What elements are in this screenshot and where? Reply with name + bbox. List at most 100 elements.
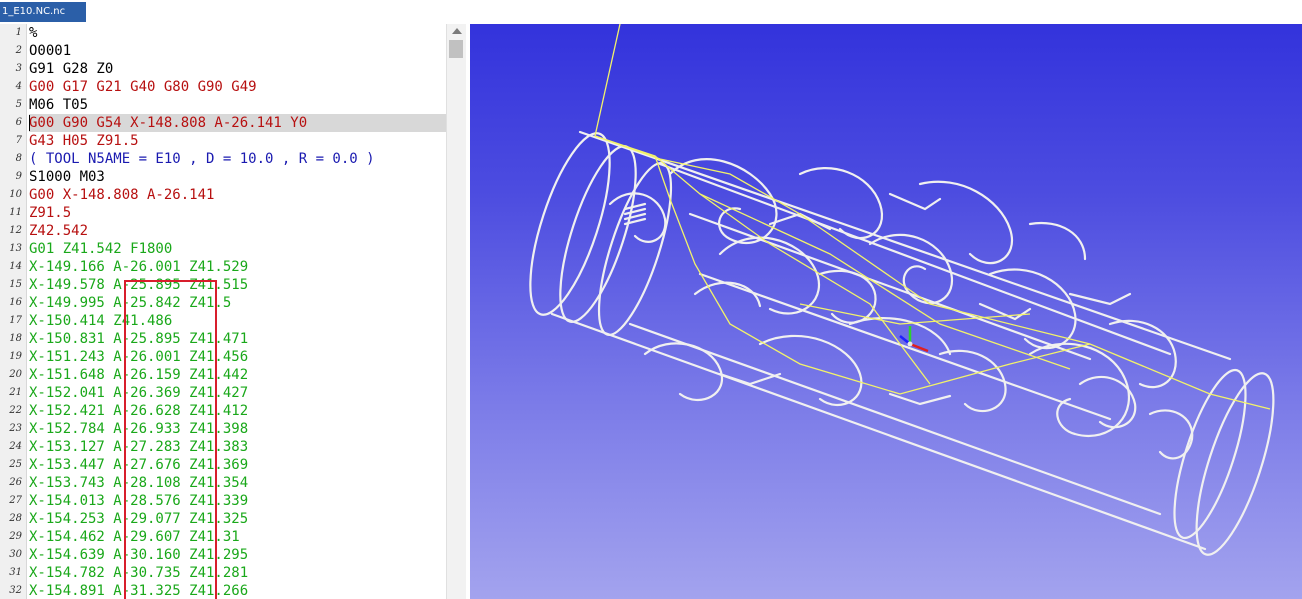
end-ring-right-outer bbox=[1195, 372, 1275, 556]
tab-bar: 1_E10.NC.nc bbox=[0, 0, 1302, 24]
line-text[interactable]: X-154.013 A-28.576 Z41.339 bbox=[29, 492, 446, 510]
part-wireframe bbox=[529, 130, 1275, 556]
code-line[interactable]: 2 O0001 bbox=[0, 42, 446, 60]
line-number: 14 bbox=[9, 261, 22, 272]
gcode-editor[interactable]: 1% 2 O0001 3 G91 G28 Z0 4 G00 G17 G21 G40 G… bbox=[0, 24, 466, 599]
line-text[interactable]: X-154.891 A-31.325 Z41.266 bbox=[29, 582, 446, 599]
line-text[interactable]: X-150.831 A-25.895 Z41.471 bbox=[29, 330, 446, 348]
line-text[interactable]: X-153.447 A-27.676 Z41.369 bbox=[29, 456, 446, 474]
scrollbar-thumb[interactable] bbox=[449, 40, 463, 58]
line-text[interactable]: X-154.462 A-29.607 Z41.31 bbox=[29, 528, 446, 546]
line-number: 2 bbox=[15, 45, 22, 56]
end-ring-left-inner bbox=[559, 145, 637, 323]
code-line[interactable]: 9 S1000 M03 bbox=[0, 168, 446, 186]
code-line[interactable]: 17 X-150.414 Z41.486 bbox=[0, 312, 446, 330]
code-line[interactable]: 4 G00 G17 G21 G40 G80 G90 G49 bbox=[0, 78, 446, 96]
code-line[interactable]: 30 X-154.639 A-30.160 Z41.295 bbox=[0, 546, 446, 564]
line-text[interactable]: X-152.041 A-26.369 Z41.427 bbox=[29, 384, 446, 402]
line-text[interactable]: G91 G28 Z0 bbox=[29, 60, 446, 78]
code-line[interactable]: 13 G01 Z41.542 F1800 bbox=[0, 240, 446, 258]
line-text[interactable]: M06 T05 bbox=[29, 96, 446, 114]
code-line[interactable]: 8 ( TOOL N5AME = E10 , D = 10.0 , R = 0.0… bbox=[0, 150, 446, 168]
line-text[interactable]: G00 X-148.808 A-26.141 bbox=[29, 186, 446, 204]
line-number: 16 bbox=[9, 297, 22, 308]
code-line[interactable]: 14 X-149.166 A-26.001 Z41.529 bbox=[0, 258, 446, 276]
line-text[interactable]: X-149.995 A-25.842 Z41.5 bbox=[29, 294, 446, 312]
wireframe-model bbox=[529, 24, 1275, 556]
line-number: 10 bbox=[9, 189, 22, 200]
code-line[interactable]: 21 X-152.041 A-26.369 Z41.427 bbox=[0, 384, 446, 402]
line-text[interactable]: G43 H05 Z91.5 bbox=[29, 132, 446, 150]
code-line[interactable]: 24 X-153.127 A-27.283 Z41.383 bbox=[0, 438, 446, 456]
code-line[interactable]: 20 X-151.648 A-26.159 Z41.442 bbox=[0, 366, 446, 384]
line-number: 24 bbox=[9, 441, 22, 452]
code-line[interactable]: 16 X-149.995 A-25.842 Z41.5 bbox=[0, 294, 446, 312]
line-text[interactable]: X-151.243 A-26.001 Z41.456 bbox=[29, 348, 446, 366]
line-number: 1 bbox=[15, 27, 22, 38]
code-line[interactable]: 26 X-153.743 A-28.108 Z41.354 bbox=[0, 474, 446, 492]
code-line[interactable]: 31 X-154.782 A-30.735 Z41.281 bbox=[0, 564, 446, 582]
line-number: 25 bbox=[9, 459, 22, 470]
line-text[interactable]: X-153.127 A-27.283 Z41.383 bbox=[29, 438, 446, 456]
code-line[interactable]: 15 X-149.578 A-25.895 Z41.515 bbox=[0, 276, 446, 294]
line-number: 6 bbox=[15, 117, 22, 128]
code-line[interactable]: 28 X-154.253 A-29.077 Z41.325 bbox=[0, 510, 446, 528]
code-line[interactable]: 22 X-152.421 A-26.628 Z41.412 bbox=[0, 402, 446, 420]
file-tab[interactable]: 1_E10.NC.nc bbox=[0, 2, 86, 22]
code-line[interactable]: 25 X-153.447 A-27.676 Z41.369 bbox=[0, 456, 446, 474]
code-line[interactable]: 27 X-154.013 A-28.576 Z41.339 bbox=[0, 492, 446, 510]
line-text[interactable]: Z42.542 bbox=[29, 222, 446, 240]
code-line[interactable]: 32 X-154.891 A-31.325 Z41.266 bbox=[0, 582, 446, 599]
code-line[interactable]: 7 G43 H05 Z91.5 bbox=[0, 132, 446, 150]
line-number: 29 bbox=[9, 531, 22, 542]
code-line[interactable]: 19 X-151.243 A-26.001 Z41.456 bbox=[0, 348, 446, 366]
code-line[interactable]: 10 G00 X-148.808 A-26.141 bbox=[0, 186, 446, 204]
line-text[interactable]: X-153.743 A-28.108 Z41.354 bbox=[29, 474, 446, 492]
line-text[interactable]: X-151.648 A-26.159 Z41.442 bbox=[29, 366, 446, 384]
line-number: 9 bbox=[15, 171, 22, 182]
code-line[interactable]: 23 X-152.784 A-26.933 Z41.398 bbox=[0, 420, 446, 438]
line-number: 17 bbox=[9, 315, 22, 326]
line-text[interactable]: X-152.421 A-26.628 Z41.412 bbox=[29, 402, 446, 420]
3d-toolpath-viewport[interactable] bbox=[470, 24, 1302, 599]
line-text[interactable]: X-149.166 A-26.001 Z41.529 bbox=[29, 258, 446, 276]
line-text[interactable]: % bbox=[29, 24, 446, 42]
line-number: 22 bbox=[9, 405, 22, 416]
vertical-scrollbar[interactable] bbox=[446, 24, 466, 599]
line-number: 27 bbox=[9, 495, 22, 506]
text-caret bbox=[29, 115, 30, 131]
line-text[interactable]: X-152.784 A-26.933 Z41.398 bbox=[29, 420, 446, 438]
code-line[interactable]: 12 Z42.542 bbox=[0, 222, 446, 240]
code-line[interactable]: 18 X-150.831 A-25.895 Z41.471 bbox=[0, 330, 446, 348]
line-text[interactable]: ( TOOL N5AME = E10 , D = 10.0 , R = 0.0 … bbox=[29, 150, 446, 168]
line-number: 5 bbox=[15, 99, 22, 110]
line-number: 3 bbox=[15, 63, 22, 74]
line-text[interactable]: X-154.253 A-29.077 Z41.325 bbox=[29, 510, 446, 528]
line-number: 20 bbox=[9, 369, 22, 380]
line-number: 28 bbox=[9, 513, 22, 524]
code-line[interactable]: 5 M06 T05 bbox=[0, 96, 446, 114]
line-text[interactable]: G01 Z41.542 F1800 bbox=[29, 240, 446, 258]
line-number: 26 bbox=[9, 477, 22, 488]
line-number: 18 bbox=[9, 333, 22, 344]
line-number: 32 bbox=[9, 585, 22, 596]
line-number: 19 bbox=[9, 351, 22, 362]
line-text[interactable]: Z91.5 bbox=[29, 204, 446, 222]
line-text[interactable]: X-149.578 A-25.895 Z41.515 bbox=[29, 276, 446, 294]
scroll-up-arrow-icon[interactable] bbox=[452, 28, 462, 34]
a-axis-highlight-box bbox=[124, 280, 217, 599]
line-text[interactable]: X-154.639 A-30.160 Z41.295 bbox=[29, 546, 446, 564]
line-text[interactable]: S1000 M03 bbox=[29, 168, 446, 186]
line-text[interactable]: G00 G17 G21 G40 G80 G90 G49 bbox=[29, 78, 446, 96]
code-lines: 1% 2 O0001 3 G91 G28 Z0 4 G00 G17 G21 G40 G… bbox=[0, 24, 446, 599]
line-number: 4 bbox=[15, 81, 22, 92]
code-line[interactable]: 11 Z91.5 bbox=[0, 204, 446, 222]
code-line[interactable]: 1% bbox=[0, 24, 446, 42]
line-text[interactable]: G00 G90 G54 X-148.808 A-26.141 Y0 bbox=[29, 114, 446, 132]
code-line[interactable]: 3 G91 G28 Z0 bbox=[0, 60, 446, 78]
code-line-current[interactable]: 6 G00 G90 G54 X-148.808 A-26.141 Y0 bbox=[0, 114, 446, 132]
code-line[interactable]: 29 X-154.462 A-29.607 Z41.31 bbox=[0, 528, 446, 546]
line-text[interactable]: X-154.782 A-30.735 Z41.281 bbox=[29, 564, 446, 582]
line-text[interactable]: O0001 bbox=[29, 42, 446, 60]
line-text[interactable]: X-150.414 Z41.486 bbox=[29, 312, 446, 330]
